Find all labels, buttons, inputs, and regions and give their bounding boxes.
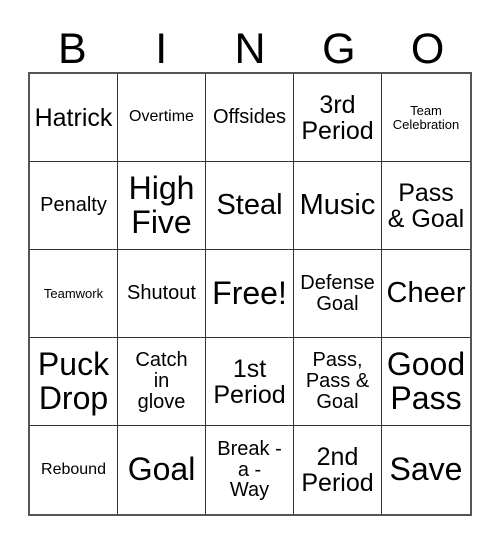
bingo-cell-label: Overtime xyxy=(129,108,194,126)
bingo-cell-label: 3rd Period xyxy=(301,90,374,145)
bingo-cell-label: Catch in glove xyxy=(135,349,188,413)
bingo-cell-label: Offsides xyxy=(213,106,286,129)
bingo-header-letter-o: O xyxy=(410,25,445,73)
bingo-cell[interactable]: Pass, Pass & Goal xyxy=(294,338,382,426)
bingo-cell[interactable]: Team Celebration xyxy=(382,74,470,162)
bingo-cell[interactable]: Good Pass xyxy=(382,338,470,426)
bingo-cell-label: Good Pass xyxy=(386,346,466,416)
bingo-cell[interactable]: Rebound xyxy=(30,426,118,514)
bingo-cell-label: Pass & Goal xyxy=(387,178,465,233)
bingo-cell[interactable]: Shutout xyxy=(118,250,206,338)
bingo-cell[interactable]: Offsides xyxy=(206,74,294,162)
bingo-header-row: B I N G O xyxy=(28,14,472,72)
bingo-cell-label: Hatrick xyxy=(34,103,113,132)
bingo-cell[interactable]: Defense Goal xyxy=(294,250,382,338)
bingo-cell-free[interactable]: Free! xyxy=(206,250,294,338)
bingo-cell[interactable]: 2nd Period xyxy=(294,426,382,514)
bingo-cell-label: Team Celebration xyxy=(392,102,460,132)
bingo-cell-label: Rebound xyxy=(41,460,106,478)
bingo-cell[interactable]: 1st Period xyxy=(206,338,294,426)
bingo-cell[interactable]: 3rd Period xyxy=(294,74,382,162)
bingo-cell[interactable]: Teamwork xyxy=(30,250,118,338)
bingo-cell-label: 2nd Period xyxy=(301,443,374,497)
bingo-cell-label: Shutout xyxy=(127,282,196,305)
bingo-cell-label: Penalty xyxy=(40,194,107,217)
bingo-cell[interactable]: Save xyxy=(382,426,470,514)
bingo-cell[interactable]: Pass & Goal xyxy=(382,162,470,250)
bingo-grid: Hatrick Overtime Offsides 3rd Period Tea… xyxy=(28,72,472,516)
bingo-cell[interactable]: Music xyxy=(294,162,382,250)
bingo-cell-label: Teamwork xyxy=(43,285,104,301)
bingo-cell[interactable]: Puck Drop xyxy=(30,338,118,426)
bingo-cell[interactable]: Overtime xyxy=(118,74,206,162)
bingo-cell-label: High Five xyxy=(128,170,195,240)
bingo-cell[interactable]: Hatrick xyxy=(30,74,118,162)
bingo-cell-label: Save xyxy=(389,451,463,488)
bingo-cell[interactable]: High Five xyxy=(118,162,206,250)
bingo-cell-label: Free! xyxy=(212,274,287,311)
bingo-cell-label: Cheer xyxy=(386,277,466,310)
bingo-cell-label: Defense Goal xyxy=(300,271,375,315)
bingo-cell-label: 1st Period xyxy=(213,354,286,409)
bingo-cell-label: Steal xyxy=(216,189,283,222)
bingo-header-letter-n: N xyxy=(234,25,266,73)
bingo-cell[interactable]: Break - a - Way xyxy=(206,426,294,514)
bingo-cell-label: Break - a - Way xyxy=(217,437,282,502)
bingo-header-letter-g: G xyxy=(322,25,356,73)
bingo-cell-label: Pass, Pass & Goal xyxy=(305,349,370,413)
bingo-card: B I N G O Hatrick Overtime Offsides 3rd … xyxy=(0,0,500,544)
bingo-cell-label: Goal xyxy=(127,451,196,488)
bingo-cell[interactable]: Cheer xyxy=(382,250,470,338)
bingo-cell-label: Music xyxy=(299,189,376,222)
bingo-cell[interactable]: Goal xyxy=(118,426,206,514)
bingo-cell-label: Puck Drop xyxy=(37,346,110,416)
bingo-header-letter-i: I xyxy=(155,25,168,73)
bingo-cell[interactable]: Catch in glove xyxy=(118,338,206,426)
bingo-cell[interactable]: Penalty xyxy=(30,162,118,250)
bingo-header-letter-b: B xyxy=(58,25,87,73)
bingo-cell[interactable]: Steal xyxy=(206,162,294,250)
